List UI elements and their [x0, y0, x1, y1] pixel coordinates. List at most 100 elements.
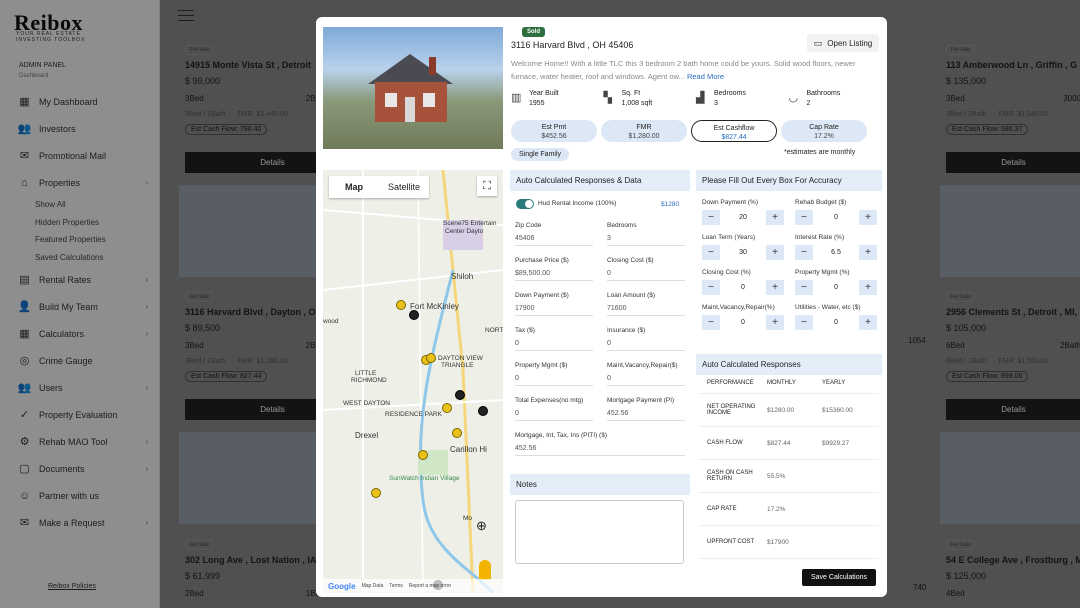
map-footer: Google Map Data Terms Report a map error	[323, 579, 503, 593]
property-marker[interactable]	[396, 300, 406, 310]
map-view[interactable]: Map Satellite ⛶ Scene75 Entertain Center …	[323, 170, 503, 593]
decrement-button[interactable]: −	[702, 245, 720, 260]
open-listing-label: Open Listing	[827, 38, 873, 48]
stepper-control: −0 +	[702, 280, 784, 295]
field-value[interactable]: 45406	[515, 235, 593, 246]
property-marker[interactable]	[478, 406, 488, 416]
row-label: CASH ON CASH RETURN	[707, 470, 753, 482]
fill-panel-title: Please Fill Out Every Box For Accuracy	[696, 170, 882, 191]
field-value[interactable]: 0	[515, 410, 593, 421]
property-modal: Sold 3116 Harvard Blvd , OH 45406 ▭ Open…	[316, 17, 887, 597]
decrement-button[interactable]: −	[702, 210, 720, 225]
field-label: Zip Code	[515, 222, 542, 229]
field-label: Insurance ($)	[607, 327, 646, 334]
decrement-button[interactable]: −	[795, 280, 813, 295]
map-label: TRIANGLE	[441, 362, 474, 369]
stepper-control: −30 +	[702, 245, 784, 260]
open-listing-button[interactable]: ▭ Open Listing	[807, 34, 879, 52]
property-marker[interactable]	[418, 450, 428, 460]
stepper: Rehab Budget ($) −0 +	[795, 199, 877, 225]
field-value[interactable]: 452.56	[515, 445, 685, 456]
tab-map[interactable]: Map	[329, 176, 379, 198]
tab-satellite[interactable]: Satellite	[379, 176, 429, 198]
stepper-value[interactable]: 0	[720, 280, 766, 295]
stepper: Loan Term (Years) −30 +	[702, 234, 784, 260]
summary-pill-fmr[interactable]: FMR $1,280.00	[601, 120, 687, 142]
field-value[interactable]: 0	[607, 270, 685, 281]
summary-pill-est-pmt[interactable]: Est Pmt $452.56	[511, 120, 597, 142]
locate-icon[interactable]: ⊕	[476, 518, 487, 534]
stepper-control: −0 +	[795, 315, 877, 330]
monthly-value: $827.44	[767, 439, 791, 447]
field-value[interactable]: 452.56	[607, 410, 685, 421]
field-value[interactable]: 0	[515, 375, 593, 386]
stepper-value[interactable]: 0	[813, 280, 859, 295]
bed-icon: ▟	[696, 92, 705, 104]
decrement-button[interactable]: −	[702, 315, 720, 330]
notes-textarea[interactable]	[515, 500, 684, 564]
table-row: CAP RATE 17.2%	[699, 493, 879, 526]
field-value[interactable]: 0	[607, 375, 685, 386]
map-label: wood	[323, 318, 339, 325]
stepper-value[interactable]: 0	[813, 210, 859, 225]
stepper-label: Rehab Budget ($)	[795, 199, 847, 206]
auto-field: Down Payment ($) 17900	[515, 292, 593, 316]
field-value[interactable]: 0	[515, 340, 593, 351]
property-marker[interactable]	[371, 488, 381, 498]
fullscreen-icon[interactable]: ⛶	[477, 176, 497, 196]
map-label: Shiloh	[451, 272, 474, 281]
auto-field: Property Mgmt ($) 0	[515, 362, 593, 386]
field-label: Loan Amount ($)	[607, 292, 656, 299]
stepper-label: Interest Rate (%)	[795, 234, 845, 241]
decrement-button[interactable]: −	[702, 280, 720, 295]
map-data-link[interactable]: Map Data	[362, 583, 384, 589]
increment-button[interactable]: +	[766, 210, 784, 225]
stepper-label: Utilities - Water, etc ($)	[795, 304, 861, 311]
stepper-control: −6.5 +	[795, 245, 877, 260]
increment-button[interactable]: +	[859, 280, 877, 295]
field-value[interactable]: 71600	[607, 305, 685, 316]
pill-value: $1,280.00	[628, 133, 660, 140]
stepper-value[interactable]: 20	[720, 210, 766, 225]
pill-value: $827.44	[721, 134, 747, 141]
property-marker[interactable]	[452, 428, 462, 438]
field-value[interactable]: 17900	[515, 305, 593, 316]
street-view-icon[interactable]	[479, 560, 491, 580]
auto-field: Mortgage Payment (PI) 452.56	[607, 397, 685, 421]
property-marker[interactable]	[409, 310, 419, 320]
terms-link[interactable]: Terms	[389, 583, 403, 589]
increment-button[interactable]: +	[766, 280, 784, 295]
decrement-button[interactable]: −	[795, 315, 813, 330]
stepper-value[interactable]: 30	[720, 245, 766, 260]
report-error-link[interactable]: Report a map error	[409, 583, 451, 589]
stepper-control: −0 +	[795, 210, 877, 225]
bath-icon: ◡	[788, 92, 799, 104]
row-label: NET OPERATING INCOME	[707, 404, 756, 416]
stepper-label: Loan Term (Years)	[702, 234, 756, 241]
field-value[interactable]: 3	[607, 235, 685, 246]
summary-pill-cap-rate[interactable]: Cap Rate 17.2%	[781, 120, 867, 142]
stepper-value[interactable]: 6.5	[813, 245, 859, 260]
increment-button[interactable]: +	[859, 210, 877, 225]
decrement-button[interactable]: −	[795, 245, 813, 260]
field-value[interactable]: $89,500.00	[515, 270, 593, 281]
property-marker[interactable]	[426, 353, 436, 363]
summary-pill-est-cashflow[interactable]: Est Cashflow $827.44	[691, 120, 777, 142]
field-value[interactable]: 0	[607, 340, 685, 351]
property-fact: ▟ Bedrooms 3	[696, 89, 789, 109]
monthly-value: $17900	[767, 538, 789, 546]
save-calculations-button[interactable]: Save Calculations	[802, 569, 876, 586]
auto-field: Bedrooms 3	[607, 222, 685, 246]
stepper-value[interactable]: 0	[720, 315, 766, 330]
increment-button[interactable]: +	[859, 315, 877, 330]
increment-button[interactable]: +	[859, 245, 877, 260]
property-marker[interactable]	[455, 390, 465, 400]
hud-income-toggle[interactable]	[516, 199, 534, 209]
read-more-link[interactable]: Read More	[687, 72, 724, 81]
property-marker[interactable]	[442, 403, 452, 413]
decrement-button[interactable]: −	[795, 210, 813, 225]
increment-button[interactable]: +	[766, 245, 784, 260]
stepper-value[interactable]: 0	[813, 315, 859, 330]
increment-button[interactable]: +	[766, 315, 784, 330]
auto-field: Purchase Price ($) $89,500.00	[515, 257, 593, 281]
